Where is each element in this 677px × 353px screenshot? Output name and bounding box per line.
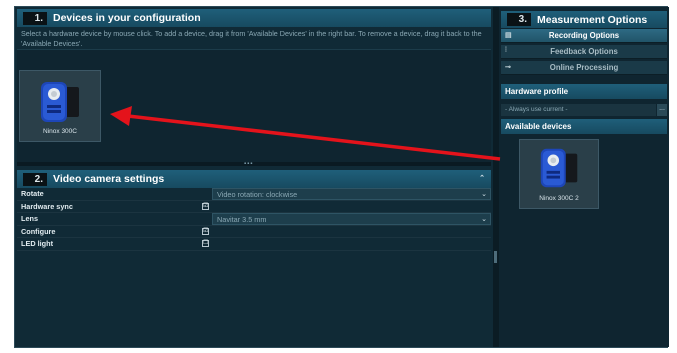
- device-tile-ninox-300c-2[interactable]: Ninox 300C 2: [519, 139, 599, 209]
- camera-icon: [540, 148, 578, 188]
- config-hint: Select a hardware device by mouse click.…: [21, 29, 482, 48]
- setting-row-rotate: Rotate Video rotation: clockwise ⌄: [17, 188, 491, 201]
- lens-dropdown[interactable]: Navitar 3.5 mm ⌄: [212, 213, 491, 225]
- camera-icon: [41, 82, 79, 122]
- config-panel-number: 1.: [23, 11, 47, 25]
- configured-devices-area[interactable]: Ninox 300C: [17, 49, 491, 162]
- setting-value-cell: ☐: [202, 238, 491, 250]
- hardware-profile-browse-button[interactable]: ...: [657, 104, 667, 116]
- setting-row-led-light: LED light ☐: [17, 238, 491, 251]
- chevron-up-icon[interactable]: ⌃: [479, 174, 485, 182]
- setting-key: Rotate: [21, 189, 44, 198]
- measurement-options-number: 3.: [507, 13, 531, 26]
- panel-splitter[interactable]: ▪▪▪: [17, 161, 491, 167]
- setting-row-configure: Configure ☑: [17, 225, 491, 238]
- recording-icon: ▤: [505, 32, 512, 39]
- chevron-down-icon: ⌄: [481, 191, 487, 198]
- menu-label: Feedback Options: [550, 47, 618, 56]
- grip-icon: ▪▪▪: [244, 161, 254, 167]
- menu-label: Online Processing: [549, 63, 619, 72]
- setting-key: Lens: [21, 214, 39, 223]
- hardware-profile-header: Hardware profile: [501, 84, 667, 99]
- menu-online-processing[interactable]: ⊸ Online Processing: [501, 61, 667, 75]
- config-panel-title: Devices in your configuration: [53, 12, 201, 24]
- available-devices-header: Available devices: [501, 119, 667, 134]
- device-label: Ninox 300C: [43, 128, 77, 135]
- splitter-handle[interactable]: [494, 251, 497, 263]
- hardware-profile-select[interactable]: - Always use current -: [501, 104, 656, 116]
- configure-checkbox[interactable]: ☑: [202, 227, 209, 235]
- left-column: 1. Devices in your configuration Select …: [15, 7, 493, 347]
- led-light-checkbox[interactable]: ☐: [202, 240, 209, 247]
- rotate-dropdown[interactable]: Video rotation: clockwise ⌄: [212, 188, 491, 200]
- menu-label: Recording Options: [548, 31, 620, 40]
- measurement-options-title: Measurement Options: [537, 13, 648, 26]
- setting-value: Video rotation: clockwise: [217, 190, 298, 199]
- camera-panel-number: 2.: [23, 172, 47, 186]
- setting-value: Navitar 3.5 mm: [217, 215, 267, 224]
- measurement-options-header: 3. Measurement Options: [501, 11, 667, 28]
- setting-value-cell: ☑: [202, 201, 491, 213]
- menu-recording-options[interactable]: ▤ Recording Options: [501, 29, 667, 43]
- right-sidebar: 3. Measurement Options ▤ Recording Optio…: [499, 7, 669, 347]
- settings-empty-area: [17, 251, 491, 347]
- camera-panel-header[interactable]: 2. Video camera settings ⌃: [17, 170, 491, 188]
- feedback-icon: ⫶: [505, 47, 507, 54]
- chevron-down-icon: ⌄: [481, 216, 487, 223]
- setting-key: LED light: [21, 239, 54, 248]
- setting-key: Configure: [21, 226, 56, 236]
- device-tile-ninox-300c[interactable]: Ninox 300C: [19, 70, 101, 142]
- setting-row-lens: Lens Navitar 3.5 mm ⌄: [17, 213, 491, 226]
- setting-key: Hardware sync: [21, 201, 73, 211]
- camera-panel-title: Video camera settings: [53, 173, 165, 185]
- menu-feedback-options[interactable]: ⫶ Feedback Options: [501, 45, 667, 59]
- device-label: Ninox 300C 2: [539, 195, 579, 202]
- app-window: 1. Devices in your configuration Select …: [14, 6, 669, 348]
- processing-icon: ⊸: [505, 64, 511, 71]
- config-panel-header: 1. Devices in your configuration: [17, 9, 491, 27]
- camera-settings-grid: Rotate Video rotation: clockwise ⌄ Hardw…: [17, 188, 491, 251]
- hardware-sync-checkbox[interactable]: ☑: [202, 202, 209, 210]
- setting-row-hardware-sync: Hardware sync ☑: [17, 200, 491, 213]
- setting-value-cell: ☑: [202, 226, 491, 238]
